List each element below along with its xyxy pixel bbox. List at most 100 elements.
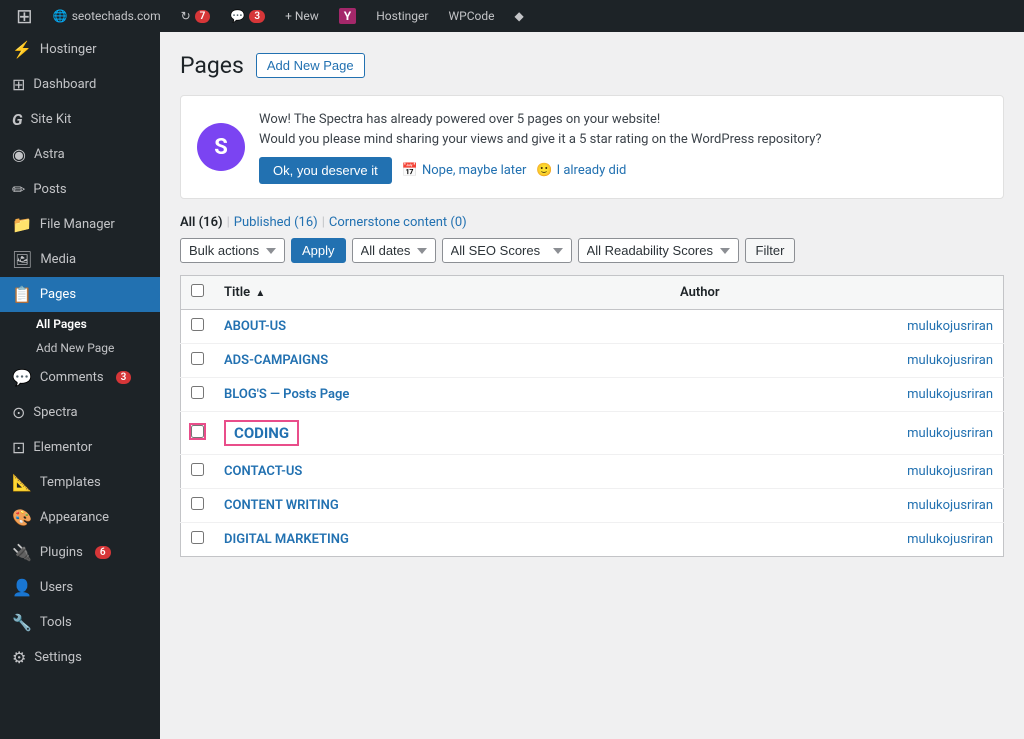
- add-new-page-button[interactable]: Add New Page: [256, 53, 365, 78]
- author-link[interactable]: mulukojusriran: [907, 353, 993, 368]
- row-checkbox[interactable]: [191, 463, 204, 476]
- seo-scores-select[interactable]: All SEO Scores: [442, 238, 572, 263]
- calendar-icon: 📅: [402, 163, 418, 178]
- page-header: Pages Add New Page: [180, 52, 1004, 79]
- notice-did-label: I already did: [557, 163, 627, 178]
- yoast-link[interactable]: Y: [331, 0, 364, 32]
- row-title-cell: CONTACT-US: [214, 455, 670, 489]
- sidebar-item-plugins[interactable]: 🔌 Plugins 6: [0, 535, 160, 570]
- hostinger-label: Hostinger: [376, 9, 428, 23]
- row-checkbox[interactable]: [191, 425, 204, 438]
- spectra-notice-banner: S Wow! The Spectra has already powered o…: [180, 95, 1004, 199]
- sidebar-item-users[interactable]: 👤 Users: [0, 570, 160, 605]
- page-title-link[interactable]: ADS-CAMPAIGNS: [224, 353, 328, 368]
- sidebar-item-filemanager[interactable]: 📁 File Manager: [0, 207, 160, 242]
- hostinger-link[interactable]: Hostinger: [368, 0, 436, 32]
- new-content-link[interactable]: + New: [277, 0, 327, 32]
- page-title-link[interactable]: CONTENT WRITING: [224, 498, 339, 513]
- main-layout: ⚡ Hostinger ⊞ Dashboard G Site Kit ◉ Ast…: [0, 32, 1024, 739]
- readability-scores-select[interactable]: All Readability Scores: [578, 238, 739, 263]
- wp-logo-icon: ⊞: [16, 4, 33, 28]
- all-pages-label: All Pages: [36, 317, 87, 331]
- row-title-cell: CODING: [214, 412, 670, 455]
- wpcode-link[interactable]: WPCode: [440, 0, 502, 32]
- select-all-checkbox[interactable]: [191, 284, 204, 297]
- filter-tab-published[interactable]: Published (16): [234, 215, 318, 230]
- author-link[interactable]: mulukojusriran: [907, 498, 993, 513]
- row-title-cell: BLOG'S — Posts Page: [214, 378, 670, 412]
- bulk-actions-select[interactable]: Bulk actions: [180, 238, 285, 263]
- sidebar-item-spectra[interactable]: ⊙ Spectra: [0, 395, 160, 430]
- table-row: DIGITAL MARKETING mulukojusriran: [181, 523, 1004, 557]
- row-checkbox[interactable]: [191, 497, 204, 510]
- row-checkbox[interactable]: [191, 386, 204, 399]
- notice-later-label: Nope, maybe later: [422, 163, 526, 178]
- row-title-cell: ADS-CAMPAIGNS: [214, 344, 670, 378]
- media-icon: 🖼: [12, 250, 32, 269]
- author-link[interactable]: mulukojusriran: [907, 532, 993, 547]
- row-checkbox-cell: [181, 455, 215, 489]
- sidebar-sub-item-add-new-page[interactable]: Add New Page: [0, 336, 160, 360]
- filter-tab-published-link: Published (16): [234, 215, 318, 230]
- notice-later-link[interactable]: 📅 Nope, maybe later: [402, 163, 527, 178]
- sidebar-sub-item-all-pages[interactable]: All Pages: [0, 312, 160, 336]
- sidebar-item-settings[interactable]: ⚙ Settings: [0, 640, 160, 675]
- sidebar-item-media[interactable]: 🖼 Media: [0, 242, 160, 277]
- sidebar-item-label-pages: Pages: [40, 287, 76, 302]
- sidebar-item-comments[interactable]: 💬 Comments 3: [0, 360, 160, 395]
- notice-did-link[interactable]: 🙂 I already did: [536, 163, 626, 178]
- row-checkbox-cell: [181, 489, 215, 523]
- wpcode-label: WPCode: [448, 9, 494, 23]
- row-title-cell: ABOUT-US: [214, 310, 670, 344]
- comments-link[interactable]: 💬 3: [222, 0, 273, 32]
- sidebar-item-posts[interactable]: ✏ Posts: [0, 172, 160, 207]
- sidebar-item-appearance[interactable]: 🎨 Appearance: [0, 500, 160, 535]
- astra-icon: ◉: [12, 145, 26, 164]
- author-link[interactable]: mulukojusriran: [907, 464, 993, 479]
- pages-table: Title ▲ Author ABOUT-USmulukojusriranADS…: [180, 275, 1004, 557]
- filter-tab-all[interactable]: All (16): [180, 215, 223, 230]
- notice-ok-button[interactable]: Ok, you deserve it: [259, 157, 392, 184]
- sidebar-item-label-appearance: Appearance: [40, 510, 109, 525]
- title-sort-icon: ▲: [255, 288, 265, 299]
- sidebar-item-elementor[interactable]: ⊡ Elementor: [0, 430, 160, 465]
- author-link[interactable]: mulukojusriran: [907, 319, 993, 334]
- sidebar-item-label-dashboard: Dashboard: [33, 77, 96, 92]
- row-title-cell: CONTENT WRITING: [214, 489, 670, 523]
- apply-button[interactable]: Apply: [291, 238, 346, 263]
- site-name-link[interactable]: 🌐 seotechads.com: [45, 0, 169, 32]
- coding-highlighted-link[interactable]: CODING: [224, 420, 299, 446]
- author-link[interactable]: mulukojusriran: [907, 426, 993, 441]
- table-row: CODING mulukojusriran: [181, 412, 1004, 455]
- page-title-link[interactable]: ABOUT-US: [224, 319, 286, 334]
- sidebar-item-astra[interactable]: ◉ Astra: [0, 137, 160, 172]
- sidebar-item-dashboard[interactable]: ⊞ Dashboard: [0, 67, 160, 102]
- title-column-header[interactable]: Title ▲: [214, 276, 670, 310]
- row-author-cell: mulukojusriran: [670, 344, 1004, 378]
- filter-tab-cornerstone[interactable]: Cornerstone content (0): [329, 215, 467, 230]
- wp-logo-link[interactable]: ⊞: [8, 0, 41, 32]
- spectra-icon: ⊙: [12, 403, 25, 422]
- page-title-link[interactable]: BLOG'S — Posts Page: [224, 387, 349, 402]
- sidebar-item-label-posts: Posts: [33, 182, 66, 197]
- diamond-link[interactable]: ◆: [507, 0, 532, 32]
- notice-line2: Would you please mind sharing your views…: [259, 130, 987, 150]
- row-checkbox[interactable]: [191, 318, 204, 331]
- page-title-link[interactable]: CONTACT-US: [224, 464, 302, 479]
- settings-icon: ⚙: [12, 648, 26, 667]
- sidebar-item-sitekit[interactable]: G Site Kit: [0, 102, 160, 137]
- row-checkbox[interactable]: [191, 352, 204, 365]
- sidebar-item-label-settings: Settings: [34, 650, 81, 665]
- sidebar-item-hostinger[interactable]: ⚡ Hostinger: [0, 32, 160, 67]
- sidebar-item-templates[interactable]: 📐 Templates: [0, 465, 160, 500]
- sidebar-item-pages[interactable]: 📋 Pages: [0, 277, 160, 312]
- updates-link[interactable]: ↻ 7: [173, 0, 219, 32]
- dates-select[interactable]: All dates: [352, 238, 436, 263]
- page-title-link[interactable]: DIGITAL MARKETING: [224, 532, 349, 547]
- plugins-icon: 🔌: [12, 543, 32, 562]
- row-author-cell: mulukojusriran: [670, 378, 1004, 412]
- filter-button[interactable]: Filter: [745, 238, 796, 263]
- row-checkbox[interactable]: [191, 531, 204, 544]
- author-link[interactable]: mulukojusriran: [907, 387, 993, 402]
- sidebar-item-tools[interactable]: 🔧 Tools: [0, 605, 160, 640]
